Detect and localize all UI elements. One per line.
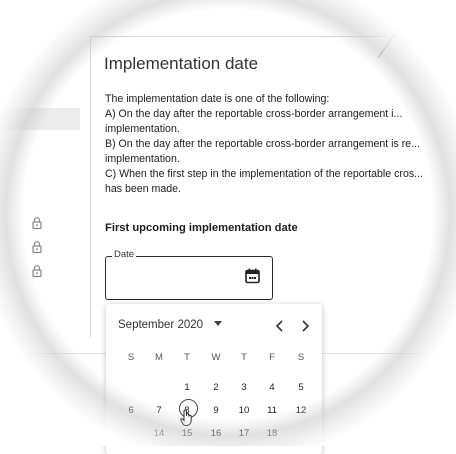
- chevron-left-icon[interactable]: [275, 320, 285, 332]
- calendar-day[interactable]: 16: [206, 428, 226, 439]
- description-line: implementation.: [105, 153, 180, 165]
- description-line: has been made.: [105, 183, 181, 195]
- calendar-icon[interactable]: [245, 268, 260, 284]
- chevron-right-icon[interactable]: [300, 320, 310, 332]
- calendar-day[interactable]: 3: [234, 382, 254, 393]
- description-line: A) On the day after the reportable cross…: [105, 108, 403, 120]
- description-line: B) On the day after the reportable cross…: [105, 138, 421, 150]
- weekday-label: W: [211, 352, 221, 363]
- calendar-day[interactable]: 7: [149, 405, 169, 416]
- calendar-day[interactable]: 18: [262, 428, 282, 439]
- description-line: C) When the first step in the implementa…: [105, 168, 423, 180]
- calendar-day[interactable]: 11: [262, 405, 282, 416]
- calendar-day[interactable]: 14: [149, 428, 169, 439]
- sidebar-selected-row[interactable]: [0, 108, 80, 130]
- weekday-label: F: [269, 352, 275, 363]
- weekday-label: M: [155, 352, 163, 363]
- lock-icon: [32, 265, 42, 278]
- weekday-label: T: [184, 352, 190, 363]
- field-heading: First upcoming implementation date: [105, 222, 298, 234]
- calendar-day[interactable]: 12: [291, 405, 311, 416]
- calendar-day[interactable]: 1: [177, 382, 197, 393]
- calendar-day[interactable]: 6: [121, 405, 141, 416]
- calendar-day[interactable]: 9: [206, 405, 226, 416]
- dropdown-arrow-icon[interactable]: [214, 321, 222, 327]
- calendar-day[interactable]: 5: [291, 382, 311, 393]
- calendar-day[interactable]: 15: [177, 428, 197, 439]
- description: The implementation date is one of the fo…: [105, 92, 435, 197]
- weekday-label: S: [127, 352, 135, 363]
- hand-pointer-icon: [180, 409, 192, 426]
- calendar-day[interactable]: 4: [262, 382, 282, 393]
- month-year-label[interactable]: September 2020: [118, 319, 203, 331]
- date-input-label: Date: [112, 249, 137, 260]
- calendar-day[interactable]: 17: [234, 428, 254, 439]
- description-line: implementation.: [105, 123, 180, 135]
- weekday-label: S: [297, 352, 305, 363]
- description-line: The implementation date is one of the fo…: [105, 93, 330, 105]
- weekday-label: T: [241, 352, 247, 363]
- lock-icon: [32, 217, 42, 230]
- calendar-day[interactable]: 2: [206, 382, 226, 393]
- page-title: Implementation date: [104, 54, 259, 73]
- calendar-day[interactable]: 10: [234, 405, 254, 416]
- lock-icon: [32, 241, 42, 254]
